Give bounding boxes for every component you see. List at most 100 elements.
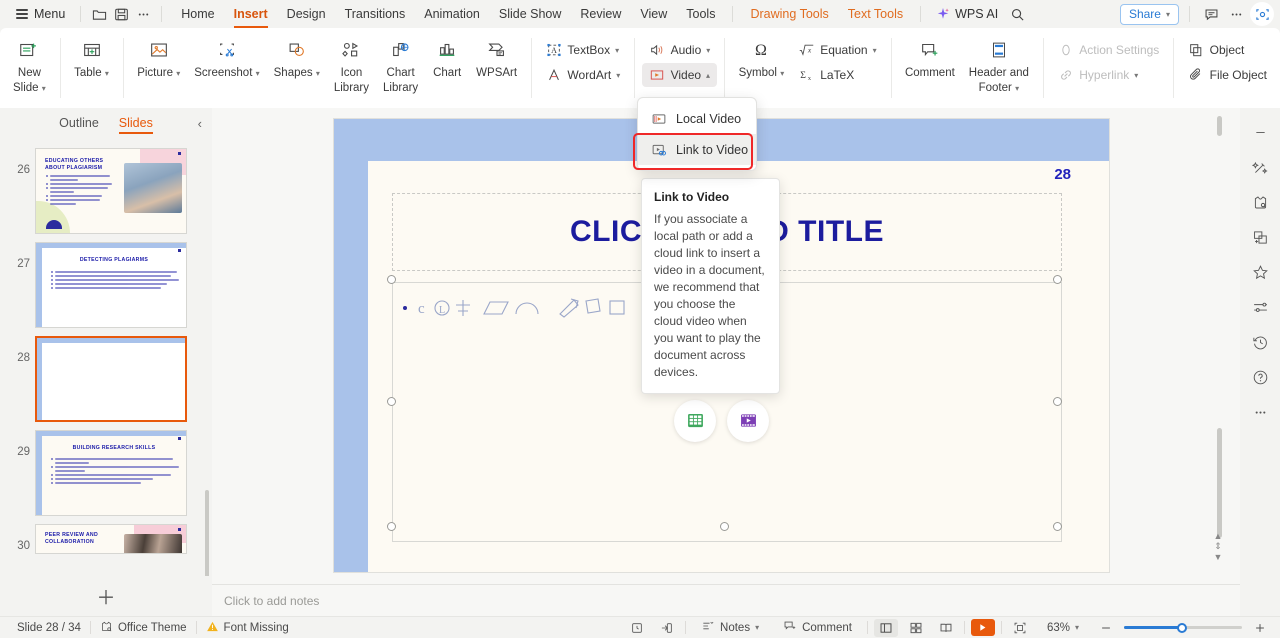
tab-review[interactable]: Review (571, 3, 630, 25)
icon-library-button[interactable]: Icon Library (327, 32, 376, 99)
chart-button[interactable]: Chart (425, 32, 469, 83)
font-missing-warning[interactable]: Font Missing (197, 620, 298, 636)
video-button[interactable]: Video ▴ (641, 63, 718, 87)
slide-thumbnail-list[interactable]: 26 EDUCATING OTHERS ABOUT PLAGIARISM 27 … (0, 140, 212, 576)
normal-view-icon[interactable] (873, 618, 898, 637)
tab-slide-show[interactable]: Slide Show (490, 3, 571, 25)
chevron-left-icon[interactable]: ‹ (198, 116, 202, 131)
selection-handle-mr[interactable] (1053, 397, 1062, 406)
star-icon[interactable] (1247, 260, 1273, 284)
insert-video-placeholder[interactable] (722, 394, 775, 447)
canvas-scrollbar-top[interactable] (1217, 116, 1222, 136)
tab-transitions[interactable]: Transitions (336, 3, 415, 25)
tab-home[interactable]: Home (172, 3, 223, 25)
open-folder-icon[interactable] (88, 3, 110, 25)
zoom-slider[interactable] (1124, 622, 1242, 633)
selection-handle-tl[interactable] (387, 275, 396, 284)
shapes-button[interactable]: Shapes ▾ (267, 32, 327, 83)
slide-sorter-icon[interactable] (904, 619, 928, 637)
thumbnail-scrollbar[interactable] (205, 490, 209, 576)
action-settings-button[interactable]: Action Settings (1050, 38, 1166, 62)
selection-handle-ml[interactable] (387, 397, 396, 406)
list-item[interactable]: 27 DETECTING PLAGIARMS (0, 238, 212, 332)
audio-button[interactable]: Audio ▾ (642, 38, 718, 62)
tab-text-tools[interactable]: Text Tools (839, 3, 912, 25)
share-button[interactable]: Share ▾ (1119, 3, 1179, 25)
more-dots-icon[interactable] (1247, 400, 1273, 424)
zoom-in-button[interactable] (1248, 619, 1272, 637)
latex-button[interactable]: Σx LaTeX (791, 63, 883, 87)
selection-handle-bl[interactable] (387, 522, 396, 531)
tab-insert[interactable]: Insert (225, 3, 277, 28)
notes-button[interactable]: Notes ▾ (692, 619, 768, 636)
canvas-scrollbar[interactable] (1217, 428, 1222, 538)
comment-button[interactable]: Comment (898, 32, 962, 83)
chart-library-button[interactable]: Chart Library (376, 32, 425, 99)
panel-tab-slides[interactable]: Slides (118, 116, 153, 134)
selection-handle-bc[interactable] (720, 522, 729, 531)
restore-icon[interactable] (625, 619, 649, 637)
list-item[interactable]: 28 (0, 332, 212, 426)
screenshot-button[interactable]: Screenshot ▾ (187, 32, 266, 83)
table-button[interactable]: Table ▾ (67, 32, 116, 83)
theme-button[interactable]: Office Theme (91, 620, 196, 636)
main-menu-button[interactable]: Menu (8, 5, 73, 24)
slide-thumbnail-28[interactable] (35, 336, 187, 422)
tab-view[interactable]: View (631, 3, 676, 25)
textbox-button[interactable]: A TextBox ▾ (538, 38, 627, 62)
reading-view-icon[interactable] (934, 619, 958, 637)
tab-design[interactable]: Design (278, 3, 335, 25)
wps-ai-button[interactable]: WPS AI (929, 4, 1005, 24)
puzzle-icon[interactable] (1247, 190, 1273, 214)
panel-tab-outline[interactable]: Outline (59, 116, 99, 133)
tab-drawing-tools[interactable]: Drawing Tools (741, 3, 837, 25)
more-options-icon[interactable] (132, 3, 154, 25)
search-icon[interactable] (1006, 3, 1028, 25)
slide-thumbnail-26[interactable]: EDUCATING OTHERS ABOUT PLAGIARISM (35, 148, 187, 234)
export-icon[interactable] (655, 619, 679, 637)
tab-animation[interactable]: Animation (415, 3, 489, 25)
magic-wand-icon[interactable] (1247, 155, 1273, 179)
zoom-level-button[interactable]: 63% ▾ (1038, 622, 1088, 634)
picture-button[interactable]: Picture ▾ (130, 32, 187, 83)
screen-capture-icon[interactable] (1250, 2, 1274, 26)
equation-button[interactable]: x Equation ▾ (791, 38, 883, 62)
fit-to-window-icon[interactable] (1008, 619, 1032, 637)
wordart-button[interactable]: WordArt ▾ (538, 63, 627, 87)
more-icon[interactable] (1225, 3, 1247, 25)
list-item[interactable]: 29 BUILDING RESEARCH SKILLS (0, 426, 212, 520)
notes-pane[interactable]: Click to add notes (212, 584, 1240, 616)
list-item[interactable]: 30 PEER REVIEW AND COLLABORATION (0, 520, 212, 558)
play-slideshow-button[interactable] (970, 619, 995, 636)
comment-status-button[interactable]: Comment (774, 619, 861, 636)
slide-thumbnail-29[interactable]: BUILDING RESEARCH SKILLS (35, 430, 187, 516)
help-circle-icon[interactable] (1247, 365, 1273, 389)
file-object-button[interactable]: File Object (1181, 63, 1274, 87)
menu-item-link-to-video[interactable]: Link to Video (638, 134, 756, 165)
zoom-out-button[interactable] (1094, 619, 1118, 637)
hyperlink-button[interactable]: Hyperlink ▾ (1050, 63, 1166, 87)
sliders-icon[interactable] (1247, 295, 1273, 319)
collapse-rail-button[interactable] (1247, 120, 1273, 144)
header-footer-button[interactable]: Header and Footer ▾ (962, 32, 1036, 99)
selection-handle-tr[interactable] (1053, 275, 1062, 284)
zoom-slider-knob[interactable] (1177, 622, 1187, 633)
selection-handle-br[interactable] (1053, 522, 1062, 531)
tab-tools[interactable]: Tools (677, 3, 724, 25)
menu-item-local-video[interactable]: Local Video (638, 103, 756, 134)
save-icon[interactable] (110, 3, 132, 25)
list-item[interactable]: 26 EDUCATING OTHERS ABOUT PLAGIARISM (0, 144, 212, 238)
wpsart-button[interactable]: WPSArt (469, 32, 524, 83)
zoom-slider-track[interactable] (1124, 622, 1242, 633)
insert-table-placeholder[interactable] (669, 394, 722, 447)
history-icon[interactable] (1247, 330, 1273, 354)
slide-thumbnail-30[interactable]: PEER REVIEW AND COLLABORATION (35, 524, 187, 554)
comment-icon[interactable] (1200, 3, 1222, 25)
symbol-button[interactable]: Ω Symbol ▾ (732, 32, 792, 83)
object-button[interactable]: Object (1181, 38, 1274, 62)
add-slide-button[interactable]: ＋ (0, 576, 212, 616)
new-slide-button[interactable]: New Slide ▾ (6, 32, 53, 99)
slide-thumbnail-27[interactable]: DETECTING PLAGIARMS (35, 242, 187, 328)
canvas-nav-arrows[interactable]: ▲ ⇕ ▼ (1212, 531, 1224, 562)
copy-icon[interactable] (1247, 225, 1273, 249)
